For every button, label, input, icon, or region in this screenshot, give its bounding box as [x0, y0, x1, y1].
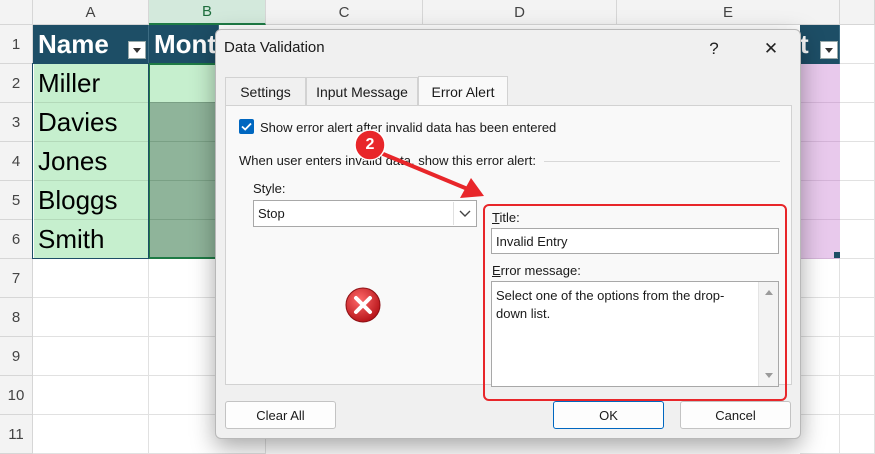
annotation-layer: [354, 129, 484, 198]
annotation-arrow: [375, 149, 471, 192]
step-number: 2: [365, 136, 375, 153]
